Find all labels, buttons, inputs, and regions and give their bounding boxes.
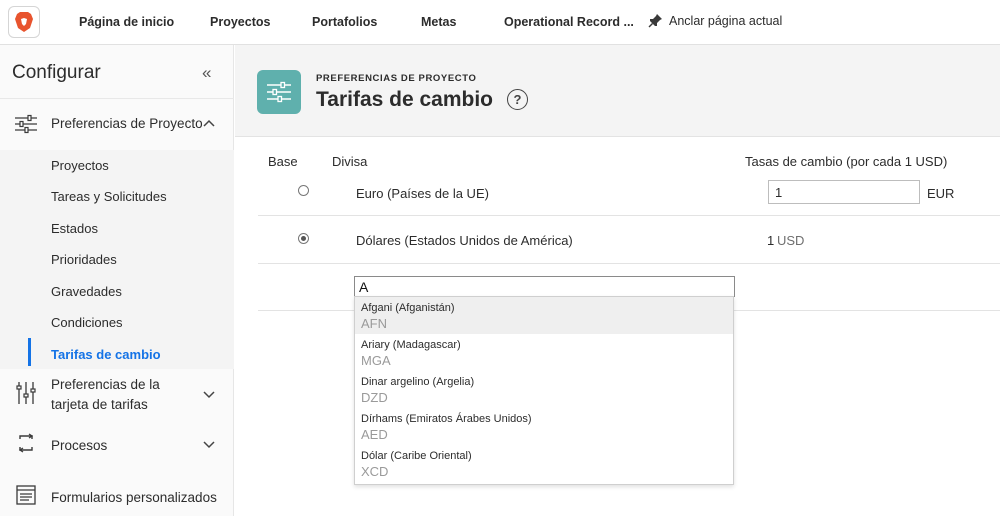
collapse-sidebar-icon[interactable]: «: [202, 63, 211, 83]
sidebar-item-label: Procesos: [51, 438, 108, 453]
row-divider: [258, 263, 1000, 264]
brave-lion-icon: [15, 12, 33, 32]
chevron-up-icon: [203, 119, 215, 127]
base-radio-eur[interactable]: [298, 185, 309, 196]
rate-value: 1: [767, 233, 775, 248]
nav-projects[interactable]: Proyectos: [210, 15, 270, 29]
sidebar-item-project-preferences[interactable]: Preferencias de Proyecto: [0, 98, 234, 150]
currency-code: EUR: [927, 186, 955, 201]
sidebar-subitem-priorities[interactable]: Prioridades: [51, 252, 117, 267]
sidebar-item-custom-forms[interactable]: Formularios personalizados: [0, 479, 234, 515]
currency-option-code: XCD: [361, 464, 389, 479]
sidebar-subitem-exchange-rates[interactable]: Tarifas de cambio: [51, 347, 161, 362]
column-header-currency: Divisa: [332, 154, 368, 169]
nav-goals[interactable]: Metas: [421, 15, 456, 29]
rate-input-eur[interactable]: [768, 180, 920, 204]
active-indicator: [28, 338, 31, 366]
column-header-rates: Tasas de cambio (por cada 1 USD): [745, 154, 948, 169]
page-header: PREFERENCIAS DE PROYECTO Tarifas de camb…: [235, 45, 1000, 137]
nav-home[interactable]: Página de inicio: [79, 15, 174, 29]
currency-option[interactable]: Dírhams (Emiratos Árabes Unidos) AED: [355, 408, 733, 445]
sliders-icon: [15, 114, 37, 134]
currency-option-code: AED: [361, 427, 388, 442]
page-title: Tarifas de cambio: [316, 88, 494, 111]
nav-operational-record[interactable]: Operational Record ...: [504, 15, 634, 29]
currency-option[interactable]: Ariary (Madagascar) MGA: [355, 334, 733, 371]
currency-dropdown: Afgani (Afganistán) AFN Ariary (Madagasc…: [354, 296, 734, 485]
project-preferences-icon: [257, 70, 301, 114]
currency-search-input[interactable]: [354, 276, 735, 297]
currency-option-name: Dólar (Caribe Oriental): [361, 450, 472, 462]
sidebar-subitem-statuses[interactable]: Estados: [51, 221, 98, 236]
sidebar: Configurar « Preferencias de Proyecto Pr…: [0, 45, 234, 516]
sidebar-subitem-severities[interactable]: Gravedades: [51, 284, 122, 299]
chevron-down-icon: [203, 441, 215, 449]
sidebar-subitem-tasks-requests[interactable]: Tareas y Solicitudes: [51, 189, 167, 204]
column-header-base: Base: [268, 154, 298, 169]
row-divider: [258, 215, 1000, 216]
top-navigation: Página de inicio Proyectos Portafolios M…: [0, 0, 1000, 45]
sidebar-title: Configurar: [12, 62, 101, 83]
sidebar-item-label: Preferencias de Proyecto: [51, 116, 203, 131]
currency-option[interactable]: Dólar (Caribe Oriental) XCD: [355, 445, 733, 482]
currency-option-code: DZD: [361, 390, 388, 405]
form-icon: [16, 485, 36, 505]
chevron-down-icon: [203, 391, 215, 399]
base-radio-usd[interactable]: [298, 233, 309, 244]
sidebar-item-label: Preferencias de la tarjeta de tarifas: [51, 377, 160, 412]
currency-option[interactable]: Dinar argelino (Argelia) DZD: [355, 371, 733, 408]
currency-option-code: AFN: [361, 316, 387, 331]
nav-portfolios[interactable]: Portafolios: [312, 15, 377, 29]
pin-icon: [648, 14, 662, 28]
app-logo-button[interactable]: [8, 6, 40, 38]
currency-option-name: Dinar argelino (Argelia): [361, 376, 475, 388]
page-eyebrow: PREFERENCIAS DE PROYECTO: [316, 73, 477, 84]
vertical-sliders-icon: [16, 382, 36, 404]
currency-option[interactable]: Afgani (Afganistán) AFN: [355, 297, 733, 334]
currency-name: Euro (Países de la UE): [356, 186, 489, 201]
sidebar-item-label: Formularios personalizados: [51, 490, 217, 505]
sidebar-item-processes[interactable]: Procesos: [0, 427, 234, 463]
help-icon[interactable]: ?: [507, 89, 528, 110]
currency-option-name: Dírhams (Emiratos Árabes Unidos): [361, 413, 532, 425]
pin-page-label: Anclar página actual: [669, 13, 783, 28]
sidebar-subitem-projects[interactable]: Proyectos: [51, 158, 109, 173]
currency-option-code: MGA: [361, 353, 391, 368]
sidebar-item-rate-card-preferences[interactable]: Preferencias de la tarjeta de tarifas: [0, 370, 234, 420]
currency-option-name: Afgani (Afganistán): [361, 302, 455, 314]
sidebar-subitem-conditions[interactable]: Condiciones: [51, 315, 123, 330]
currency-option-name: Ariary (Madagascar): [361, 339, 461, 351]
pin-page-button[interactable]: Anclar página actual: [648, 13, 782, 28]
currency-code: USD: [777, 233, 805, 248]
process-cycle-icon: [18, 433, 34, 453]
sub-menu-background: [0, 150, 234, 369]
currency-name: Dólares (Estados Unidos de América): [356, 233, 573, 248]
